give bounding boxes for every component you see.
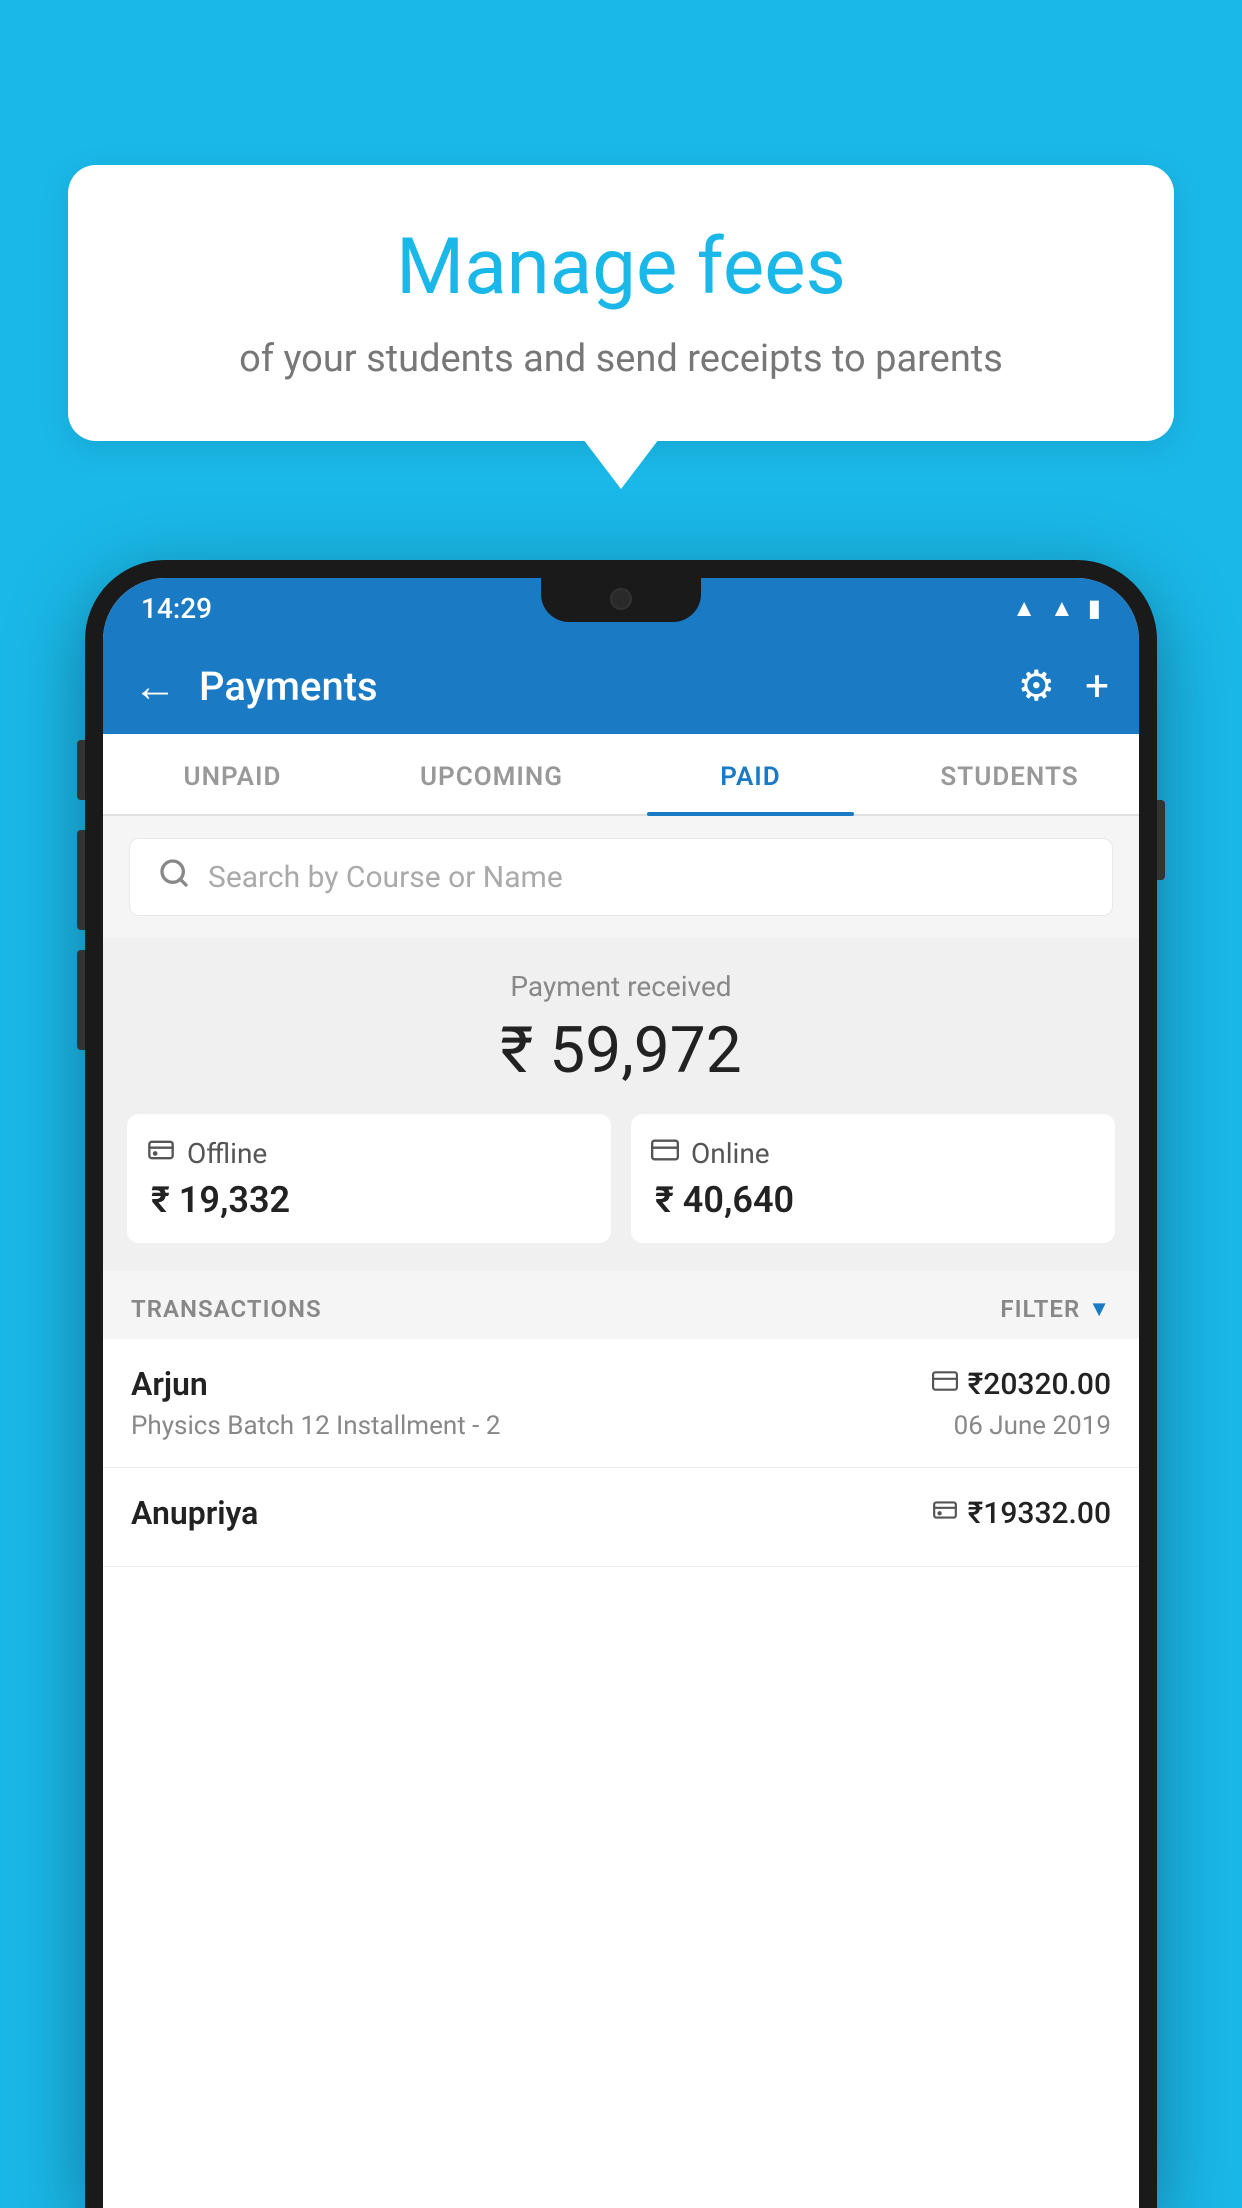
camera-button <box>77 950 85 1050</box>
app-bar: ← Payments ⚙ + <box>103 638 1139 734</box>
search-box[interactable]: Search by Course or Name <box>129 838 1113 916</box>
transactions-label: TRANSACTIONS <box>131 1295 322 1323</box>
transactions-header: TRANSACTIONS FILTER ▼ <box>103 1271 1139 1339</box>
online-payment-card: Online ₹ 40,640 <box>631 1114 1115 1243</box>
online-label: Online <box>691 1137 770 1170</box>
transaction-name: Anupriya <box>131 1494 258 1532</box>
search-container: Search by Course or Name <box>103 816 1139 938</box>
transaction-amount-row: ₹19332.00 <box>932 1496 1111 1531</box>
offline-icon <box>147 1136 175 1171</box>
transactions-list: Arjun ₹20320.00 Physics Batch 12 Install… <box>103 1339 1139 2208</box>
volume-down-button <box>77 830 85 930</box>
transaction-item[interactable]: Arjun ₹20320.00 Physics Batch 12 Install… <box>103 1339 1139 1468</box>
front-camera <box>610 588 632 610</box>
transaction-name: Arjun <box>131 1365 208 1403</box>
online-icon <box>651 1136 679 1171</box>
wifi-icon: ▲ <box>1012 594 1036 623</box>
status-icons: ▲ ▲ ▮ <box>1012 594 1101 623</box>
phone-frame: 14:29 ▲ ▲ ▮ ← Payments ⚙ + UNPAID UPCOMI… <box>85 560 1157 2208</box>
transaction-item[interactable]: Anupriya ₹19332.00 <box>103 1468 1139 1567</box>
payment-received-label: Payment received <box>127 970 1115 1003</box>
search-placeholder: Search by Course or Name <box>208 860 563 895</box>
volume-up-button <box>77 740 85 800</box>
filter-icon: ▼ <box>1088 1296 1111 1322</box>
online-payment-icon <box>932 1368 958 1400</box>
add-icon[interactable]: + <box>1085 662 1109 711</box>
payment-cards: Offline ₹ 19,332 Online <box>127 1114 1115 1243</box>
tab-paid[interactable]: PAID <box>621 734 880 814</box>
offline-amount: ₹ 19,332 <box>147 1179 591 1221</box>
filter-button[interactable]: FILTER ▼ <box>1000 1295 1111 1323</box>
online-amount: ₹ 40,640 <box>651 1179 1095 1221</box>
transaction-date: 06 June 2019 <box>954 1411 1111 1441</box>
payment-summary: Payment received ₹ 59,972 <box>103 938 1139 1271</box>
transaction-course: Physics Batch 12 Installment - 2 <box>131 1411 500 1441</box>
status-time: 14:29 <box>141 592 212 625</box>
tab-upcoming[interactable]: UPCOMING <box>362 734 621 814</box>
tooltip-card: Manage fees of your students and send re… <box>68 165 1174 441</box>
back-button[interactable]: ← <box>133 660 177 712</box>
signal-icon: ▲ <box>1050 594 1074 623</box>
transaction-amount: ₹20320.00 <box>968 1367 1111 1402</box>
tab-students[interactable]: STUDENTS <box>880 734 1139 814</box>
payment-total-amount: ₹ 59,972 <box>127 1013 1115 1088</box>
app-bar-title: Payments <box>199 663 1018 710</box>
battery-icon: ▮ <box>1088 594 1101 622</box>
offline-payment-icon <box>932 1497 958 1529</box>
tabs-bar: UNPAID UPCOMING PAID STUDENTS <box>103 734 1139 816</box>
offline-payment-card: Offline ₹ 19,332 <box>127 1114 611 1243</box>
settings-icon[interactable]: ⚙ <box>1018 661 1056 711</box>
phone-screen: 14:29 ▲ ▲ ▮ ← Payments ⚙ + UNPAID UPCOMI… <box>103 578 1139 2208</box>
tooltip-subtitle: of your students and send receipts to pa… <box>118 333 1124 386</box>
transaction-amount: ₹19332.00 <box>968 1496 1111 1531</box>
search-icon <box>158 857 190 897</box>
transaction-amount-row: ₹20320.00 <box>932 1367 1111 1402</box>
app-bar-actions: ⚙ + <box>1018 661 1110 711</box>
tooltip-title: Manage fees <box>118 225 1124 311</box>
tab-unpaid[interactable]: UNPAID <box>103 734 362 814</box>
power-button <box>1157 800 1165 880</box>
phone-notch <box>541 578 701 622</box>
offline-label: Offline <box>187 1137 267 1170</box>
